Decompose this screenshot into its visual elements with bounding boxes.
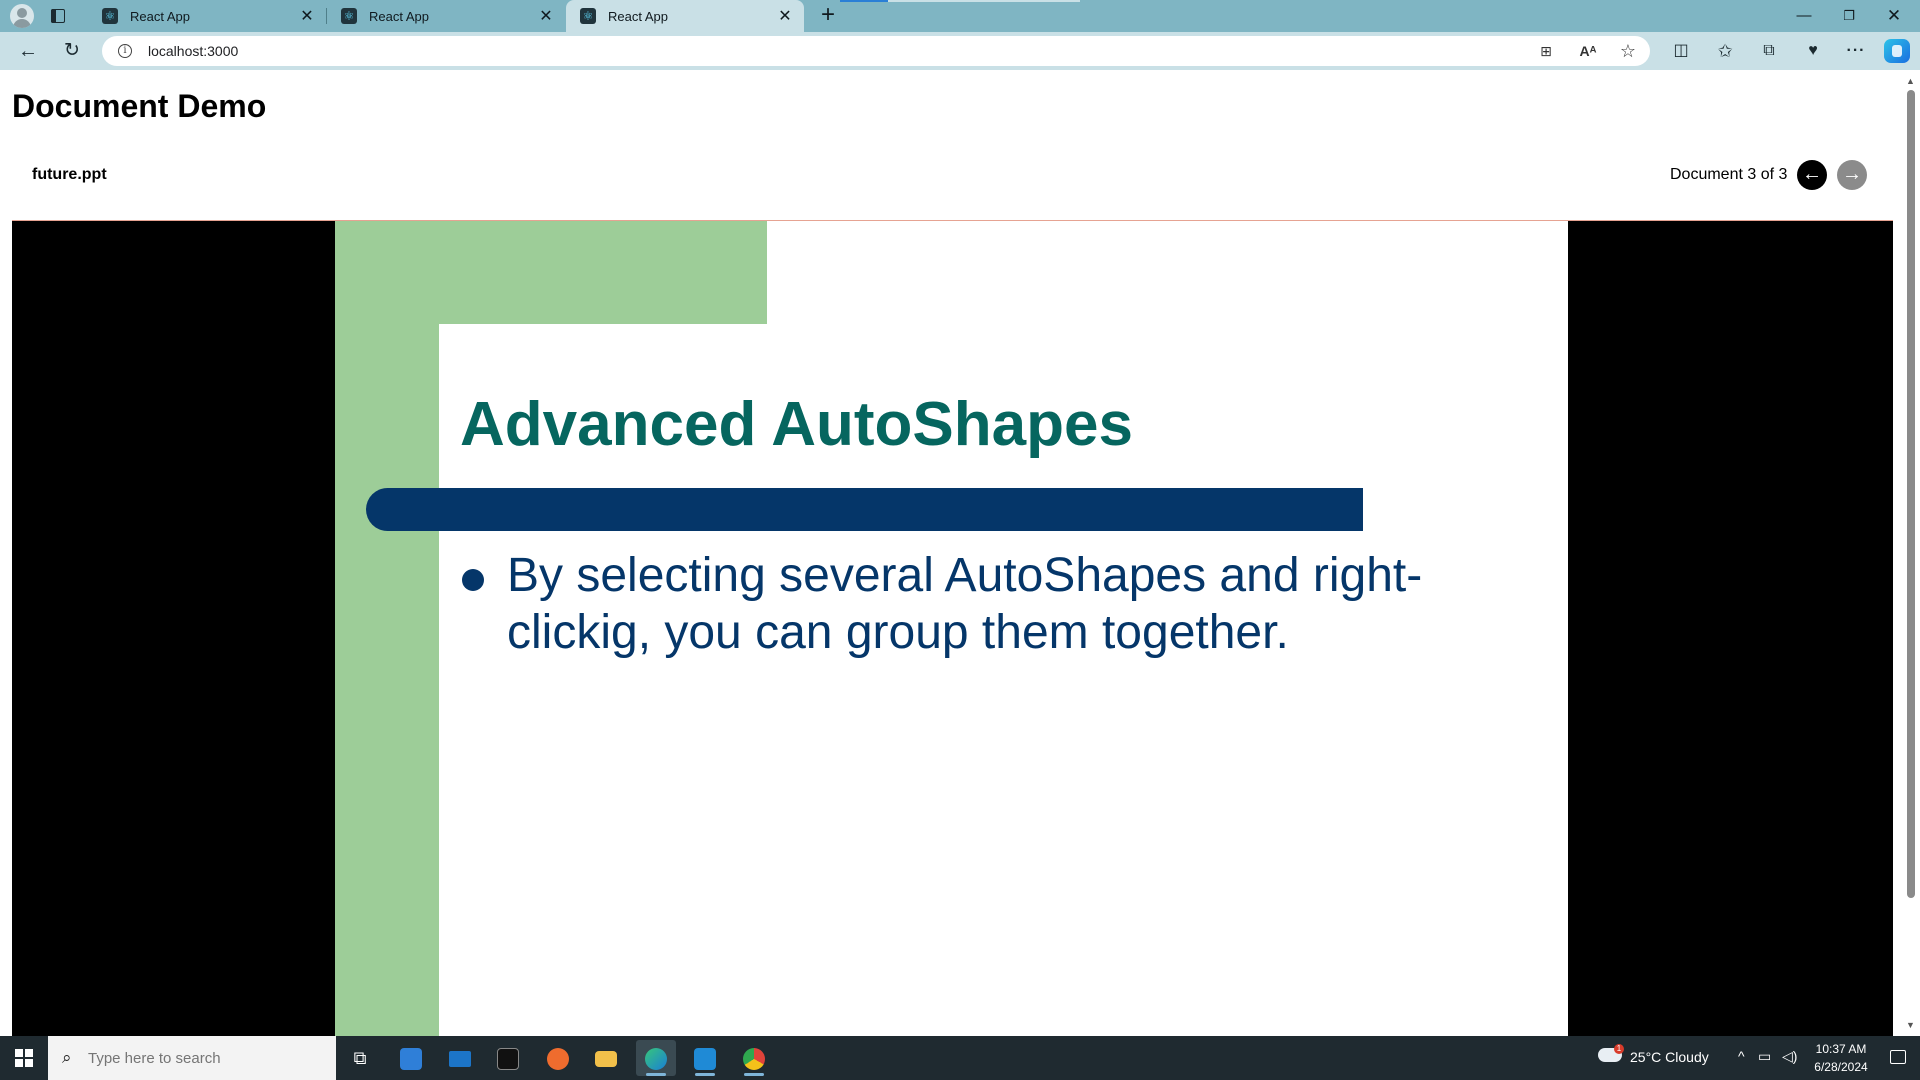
arrow-left-icon: ← bbox=[1802, 163, 1822, 185]
restore-button[interactable]: ❐ bbox=[1827, 0, 1871, 32]
document-filename: future.ppt bbox=[32, 166, 107, 183]
tab-title: React App bbox=[369, 8, 429, 24]
mail-icon[interactable] bbox=[440, 1040, 480, 1076]
browser-tab-1[interactable]: ⚛ React App ✕ bbox=[88, 0, 327, 32]
volume-icon[interactable]: ◁) bbox=[1782, 1048, 1797, 1065]
tab-title: React App bbox=[130, 8, 190, 24]
page-content: Document Demo future.ppt Document 3 of 3… bbox=[0, 70, 1920, 1036]
task-view-icon[interactable]: ⧉ bbox=[340, 1040, 380, 1076]
search-icon: ⌕ bbox=[62, 1048, 72, 1067]
slide-title: Advanced AutoShapes bbox=[460, 390, 1133, 459]
windows-start-icon[interactable] bbox=[0, 1036, 48, 1080]
react-favicon-icon: ⚛ bbox=[580, 8, 596, 24]
document-viewer: Advanced AutoShapes By selecting several… bbox=[12, 220, 1893, 1036]
slide-green-side-panel bbox=[335, 221, 439, 1036]
page-title: Document Demo bbox=[12, 88, 267, 124]
tab-close-icon[interactable]: ✕ bbox=[776, 6, 794, 26]
notification-badge: 1 bbox=[1614, 1044, 1624, 1054]
windows-taskbar: ⌕ ⧉ 1 25°C Cloudy ^ ▭ ◁) 10:37 AM 6/28/2… bbox=[0, 1036, 1920, 1080]
favorite-star-icon[interactable]: ☆ bbox=[1616, 41, 1640, 61]
reload-icon[interactable]: ↻ bbox=[57, 37, 87, 65]
tab-title: React App bbox=[608, 8, 668, 24]
react-favicon-icon: ⚛ bbox=[341, 8, 357, 24]
slide-bullet-text: By selecting several AutoShapes and righ… bbox=[507, 549, 1423, 659]
close-window-button[interactable]: ✕ bbox=[1872, 0, 1916, 32]
microsoft-store-icon[interactable] bbox=[391, 1040, 431, 1076]
split-screen-icon[interactable]: ◫ bbox=[1668, 39, 1694, 63]
slide-page: Advanced AutoShapes By selecting several… bbox=[335, 221, 1568, 1036]
tab-actions-icon[interactable] bbox=[48, 6, 68, 26]
url-input[interactable] bbox=[148, 41, 1048, 61]
copilot-icon[interactable] bbox=[1884, 39, 1910, 63]
notification-center-icon[interactable] bbox=[1876, 1036, 1920, 1080]
collections-icon[interactable]: ⧉ bbox=[1756, 39, 1782, 63]
terminal-icon[interactable] bbox=[488, 1040, 528, 1076]
edge-browser-icon[interactable] bbox=[636, 1040, 676, 1076]
system-tray[interactable]: ^ ▭ ◁) bbox=[1736, 1036, 1804, 1080]
more-menu-icon[interactable]: ··· bbox=[1843, 39, 1869, 63]
scroll-up-icon[interactable]: ▲ bbox=[1906, 76, 1915, 86]
scrollbar-thumb[interactable] bbox=[1907, 90, 1915, 898]
next-document-button[interactable]: → bbox=[1837, 160, 1867, 190]
loading-indicator bbox=[840, 0, 1080, 2]
vscode-icon[interactable] bbox=[685, 1040, 725, 1076]
app-available-icon[interactable]: ⊞ bbox=[1534, 41, 1558, 61]
chrome-icon[interactable] bbox=[734, 1040, 774, 1076]
profile-avatar-icon[interactable] bbox=[10, 4, 34, 28]
browser-essentials-icon[interactable]: ♥ bbox=[1800, 39, 1826, 63]
address-bar[interactable]: i ⊞ Aᴬ ☆ bbox=[102, 36, 1650, 66]
site-info-icon[interactable]: i bbox=[118, 44, 132, 58]
new-tab-button[interactable]: + bbox=[815, 3, 841, 29]
network-icon[interactable]: ▭ bbox=[1758, 1048, 1771, 1065]
clock[interactable]: 10:37 AM 6/28/2024 bbox=[1806, 1036, 1876, 1080]
browser-title-bar: ⚛ React App ✕ ⚛ React App ✕ ⚛ React App … bbox=[0, 0, 1920, 32]
bullet-dot bbox=[462, 569, 484, 591]
scroll-down-icon[interactable]: ▼ bbox=[1906, 1020, 1915, 1030]
previous-document-button[interactable]: ← bbox=[1797, 160, 1827, 190]
weather-text: 25°C Cloudy bbox=[1630, 1049, 1709, 1065]
read-aloud-icon[interactable]: Aᴬ bbox=[1576, 41, 1600, 61]
tab-close-icon[interactable]: ✕ bbox=[298, 6, 316, 26]
clock-date: 6/28/2024 bbox=[1814, 1060, 1868, 1074]
tab-close-icon[interactable]: ✕ bbox=[537, 6, 555, 26]
taskbar-search-input[interactable] bbox=[88, 1048, 328, 1068]
document-navigation: Document 3 of 3 ← → bbox=[1670, 160, 1870, 190]
browser-tab-2[interactable]: ⚛ React App ✕ bbox=[327, 0, 565, 32]
minimize-button[interactable]: — bbox=[1782, 0, 1826, 32]
clock-time: 10:37 AM bbox=[1815, 1042, 1867, 1056]
react-favicon-icon: ⚛ bbox=[102, 8, 118, 24]
taskbar-search[interactable]: ⌕ bbox=[48, 1036, 336, 1080]
postman-icon[interactable] bbox=[538, 1040, 578, 1076]
slide-accent-bar bbox=[366, 488, 1363, 531]
weather-widget[interactable]: 1 25°C Cloudy bbox=[1598, 1036, 1718, 1080]
arrow-right-icon: → bbox=[1842, 163, 1862, 185]
back-arrow-icon[interactable]: ← bbox=[13, 37, 43, 65]
chevron-up-icon[interactable]: ^ bbox=[1738, 1048, 1745, 1064]
document-counter: Document 3 of 3 bbox=[1670, 166, 1788, 183]
browser-tab-3-active[interactable]: ⚛ React App ✕ bbox=[566, 0, 804, 32]
favorites-icon[interactable]: ✩ bbox=[1712, 39, 1738, 63]
page-scrollbar[interactable]: ▲ ▼ bbox=[1902, 70, 1920, 1036]
file-explorer-icon[interactable] bbox=[586, 1040, 626, 1076]
browser-toolbar: ← ↻ i ⊞ Aᴬ ☆ ◫ ✩ ⧉ ♥ ··· bbox=[0, 32, 1920, 70]
